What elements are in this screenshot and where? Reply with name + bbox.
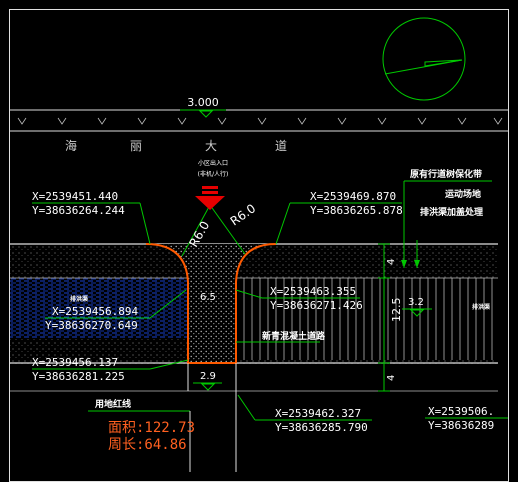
road-name-char-4: 道 bbox=[275, 139, 287, 153]
svg-text:X=2539456.894: X=2539456.894 bbox=[52, 305, 138, 318]
svg-text:Y=38636265.878: Y=38636265.878 bbox=[310, 204, 403, 217]
svg-text:4: 4 bbox=[386, 259, 397, 265]
note-channel-cover: 排洪渠加盖处理 bbox=[420, 206, 483, 218]
svg-text:Y=38636270.649: Y=38636270.649 bbox=[45, 319, 138, 332]
svg-text:X=2539456.137: X=2539456.137 bbox=[32, 356, 118, 369]
svg-text:2.9: 2.9 bbox=[200, 371, 216, 382]
svg-text:Y=38636281.225: Y=38636281.225 bbox=[32, 370, 125, 383]
road-haili-avenue bbox=[10, 109, 508, 132]
elevation-marker-29: 2.9 bbox=[193, 371, 222, 391]
svg-text:X=2539462.327: X=2539462.327 bbox=[275, 407, 361, 420]
coord-c7: X=2539506. Y=38636289 bbox=[425, 405, 508, 432]
note-sports-field: 运动场地 bbox=[445, 188, 481, 200]
north-compass bbox=[382, 17, 466, 101]
note-concrete-road: 新青混凝土道路 bbox=[262, 330, 326, 342]
label-left-channel: 排洪渠 bbox=[70, 295, 88, 303]
cad-drawing: 3.000 海 丽 大 道 R6.0 R6.0 小区出入口 (非机/人行) X=… bbox=[9, 9, 509, 482]
svg-text:Y=38636271.426: Y=38636271.426 bbox=[270, 299, 363, 312]
perimeter-value: 周长:64.86 bbox=[108, 437, 187, 453]
svg-text:3.2: 3.2 bbox=[408, 297, 424, 308]
svg-text:12.5: 12.5 bbox=[390, 298, 403, 323]
svg-text:X=2539469.870: X=2539469.870 bbox=[310, 190, 396, 203]
coord-c2: X=2539469.870 Y=38636265.878 bbox=[275, 190, 403, 245]
svg-text:4: 4 bbox=[386, 375, 397, 381]
svg-text:X=2539451.440: X=2539451.440 bbox=[32, 190, 118, 203]
entrance-note-2: (非机/人行) bbox=[198, 170, 229, 178]
road-width-dimension: 3.000 bbox=[180, 96, 226, 118]
radius-label-right: R6.0 bbox=[228, 201, 258, 228]
road-name-char-1: 海 bbox=[65, 138, 77, 153]
coord-c6: X=2539462.327 Y=38636285.790 bbox=[237, 394, 372, 434]
entrance-arrow-icon bbox=[195, 186, 225, 210]
label-right-channel: 排洪渠 bbox=[472, 303, 490, 311]
area-value: 面积:122.73 bbox=[108, 420, 195, 436]
svg-text:Y=38636264.244: Y=38636264.244 bbox=[32, 204, 125, 217]
note-land-line: 用地红线 bbox=[94, 398, 131, 410]
road-name-char-2: 丽 bbox=[130, 139, 142, 153]
entrance-note-1: 小区出入口 bbox=[198, 159, 228, 167]
road-name-char-3: 大 bbox=[205, 139, 217, 153]
svg-text:X=2539506.: X=2539506. bbox=[428, 405, 494, 418]
cad-drawing-canvas[interactable]: 3.000 海 丽 大 道 R6.0 R6.0 小区出入口 (非机/人行) X=… bbox=[0, 0, 518, 482]
svg-text:Y=38636289: Y=38636289 bbox=[428, 419, 494, 432]
dim-label-65: 6.5 bbox=[200, 292, 216, 303]
svg-text:Y=38636285.790: Y=38636285.790 bbox=[275, 421, 368, 434]
svg-text:X=2539463.355: X=2539463.355 bbox=[270, 285, 356, 298]
note-tree-belt: 原有行道树保化带 bbox=[410, 168, 482, 180]
road-width-label: 3.000 bbox=[187, 96, 219, 109]
coord-c1: X=2539451.440 Y=38636264.244 bbox=[32, 190, 151, 245]
